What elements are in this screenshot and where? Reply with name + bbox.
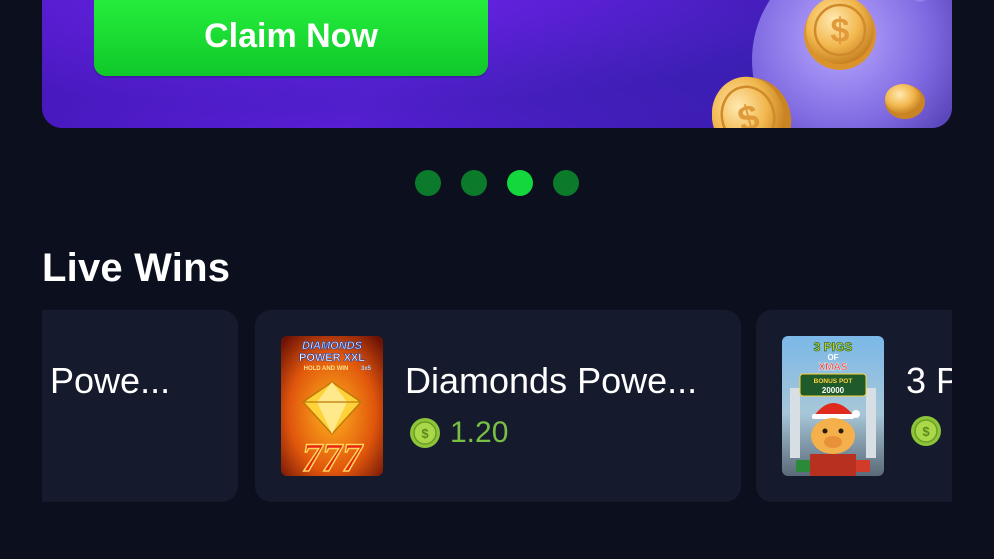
live-win-card[interactable]: ds Powe... <box>42 310 238 502</box>
dollar-coin-icon: $ <box>804 0 876 70</box>
svg-text:HOLD AND WIN: HOLD AND WIN <box>304 366 349 372</box>
svg-text:3 PIGS: 3 PIGS <box>814 340 853 354</box>
live-win-card[interactable]: DIAMONDS POWER XXL HOLD AND WIN 3x5 777 … <box>255 310 741 502</box>
svg-text:DIAMONDS: DIAMONDS <box>302 340 363 352</box>
live-wins-title: Live Wins <box>42 246 231 290</box>
svg-text:20000: 20000 <box>822 386 845 395</box>
game-thumbnail[interactable]: DIAMONDS POWER XXL HOLD AND WIN 3x5 777 <box>281 336 383 476</box>
page: Claim Now $ $ Live Wins Powe... DIAMONDS… <box>0 0 994 559</box>
green-coin-icon: $ <box>410 418 440 448</box>
svg-text:POWER XXL: POWER XXL <box>299 352 365 364</box>
svg-text:777: 777 <box>302 435 364 476</box>
svg-text:OF: OF <box>827 353 838 362</box>
carousel-dot-1[interactable] <box>415 170 441 196</box>
game-thumbnail[interactable]: 3 PIGS OF XMAS BONUS POT 20000 <box>782 336 884 476</box>
win-amount-row: $ 1.20 <box>410 416 508 450</box>
win-amount: 1.20 <box>450 416 509 449</box>
game-name: 3 P <box>906 360 952 401</box>
live-win-card[interactable]: 3 PIGS OF XMAS BONUS POT 20000 3 P $ <box>756 310 952 502</box>
money-bag-illustration: $ $ <box>712 0 952 128</box>
win-amount-row: $ <box>911 416 941 446</box>
svg-text:BONUS POT: BONUS POT <box>814 378 853 385</box>
promo-banner[interactable]: Claim Now $ $ <box>42 0 952 128</box>
carousel-dot-3-active[interactable] <box>507 170 533 196</box>
carousel-dot-4[interactable] <box>553 170 579 196</box>
claim-now-button[interactable]: Claim Now <box>94 0 488 76</box>
game-name: Diamonds Powe... <box>405 360 698 401</box>
carousel-dot-2[interactable] <box>461 170 487 196</box>
svg-text:XMAS: XMAS <box>819 362 848 373</box>
svg-text:3x5: 3x5 <box>361 366 372 372</box>
three-pigs-of-xmas-thumbnail: 3 PIGS OF XMAS BONUS POT 20000 <box>782 336 884 476</box>
svg-text:$: $ <box>922 424 930 439</box>
svg-text:$: $ <box>831 12 850 50</box>
live-wins-carousel[interactable]: ds Powe... DIAMONDS POWER XXL HOLD <box>42 310 952 502</box>
diamonds-power-thumbnail: DIAMONDS POWER XXL HOLD AND WIN 3x5 777 <box>281 336 383 476</box>
svg-text:$: $ <box>421 426 429 441</box>
green-coin-icon: $ <box>911 416 941 446</box>
game-name: ds Powe... <box>42 360 171 401</box>
carousel-dots <box>0 170 994 196</box>
